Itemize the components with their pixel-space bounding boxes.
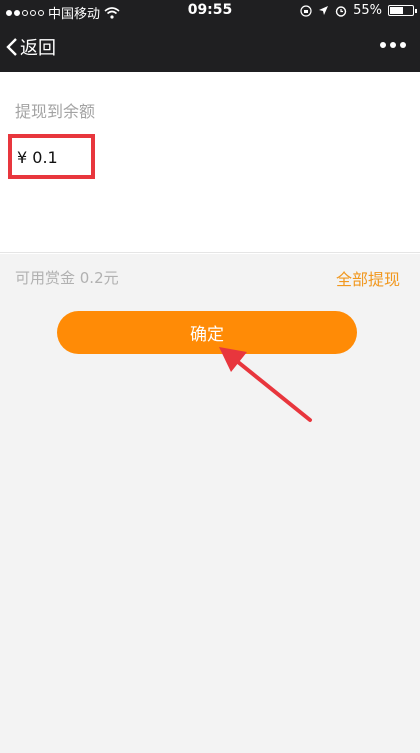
more-dot-icon: [400, 42, 406, 48]
more-button[interactable]: [380, 42, 406, 48]
amount-input[interactable]: ¥ 0.1: [17, 148, 58, 167]
nav-bar: 返回: [0, 22, 420, 72]
status-right: 55%: [300, 3, 417, 18]
more-dot-icon: [380, 42, 386, 48]
confirm-button[interactable]: 确定: [57, 311, 357, 354]
status-bar: 中国移动 09:55 55%: [0, 0, 420, 22]
rotation-lock-icon: [300, 4, 312, 17]
available-balance: 可用赏金 0.2元: [15, 269, 119, 287]
confirm-label: 确定: [190, 325, 224, 345]
back-label: 返回: [20, 38, 56, 59]
divider: [0, 252, 420, 253]
battery-percent: 55%: [353, 3, 382, 18]
more-dot-icon: [390, 42, 396, 48]
location-icon: [319, 6, 329, 15]
battery-icon: [388, 5, 417, 16]
withdraw-all-link[interactable]: 全部提现: [336, 266, 400, 290]
chevron-left-icon: [6, 38, 17, 56]
withdraw-section-label: 提现到余额: [15, 102, 96, 121]
alarm-icon: [335, 5, 347, 17]
back-button[interactable]: 返回: [6, 34, 56, 60]
